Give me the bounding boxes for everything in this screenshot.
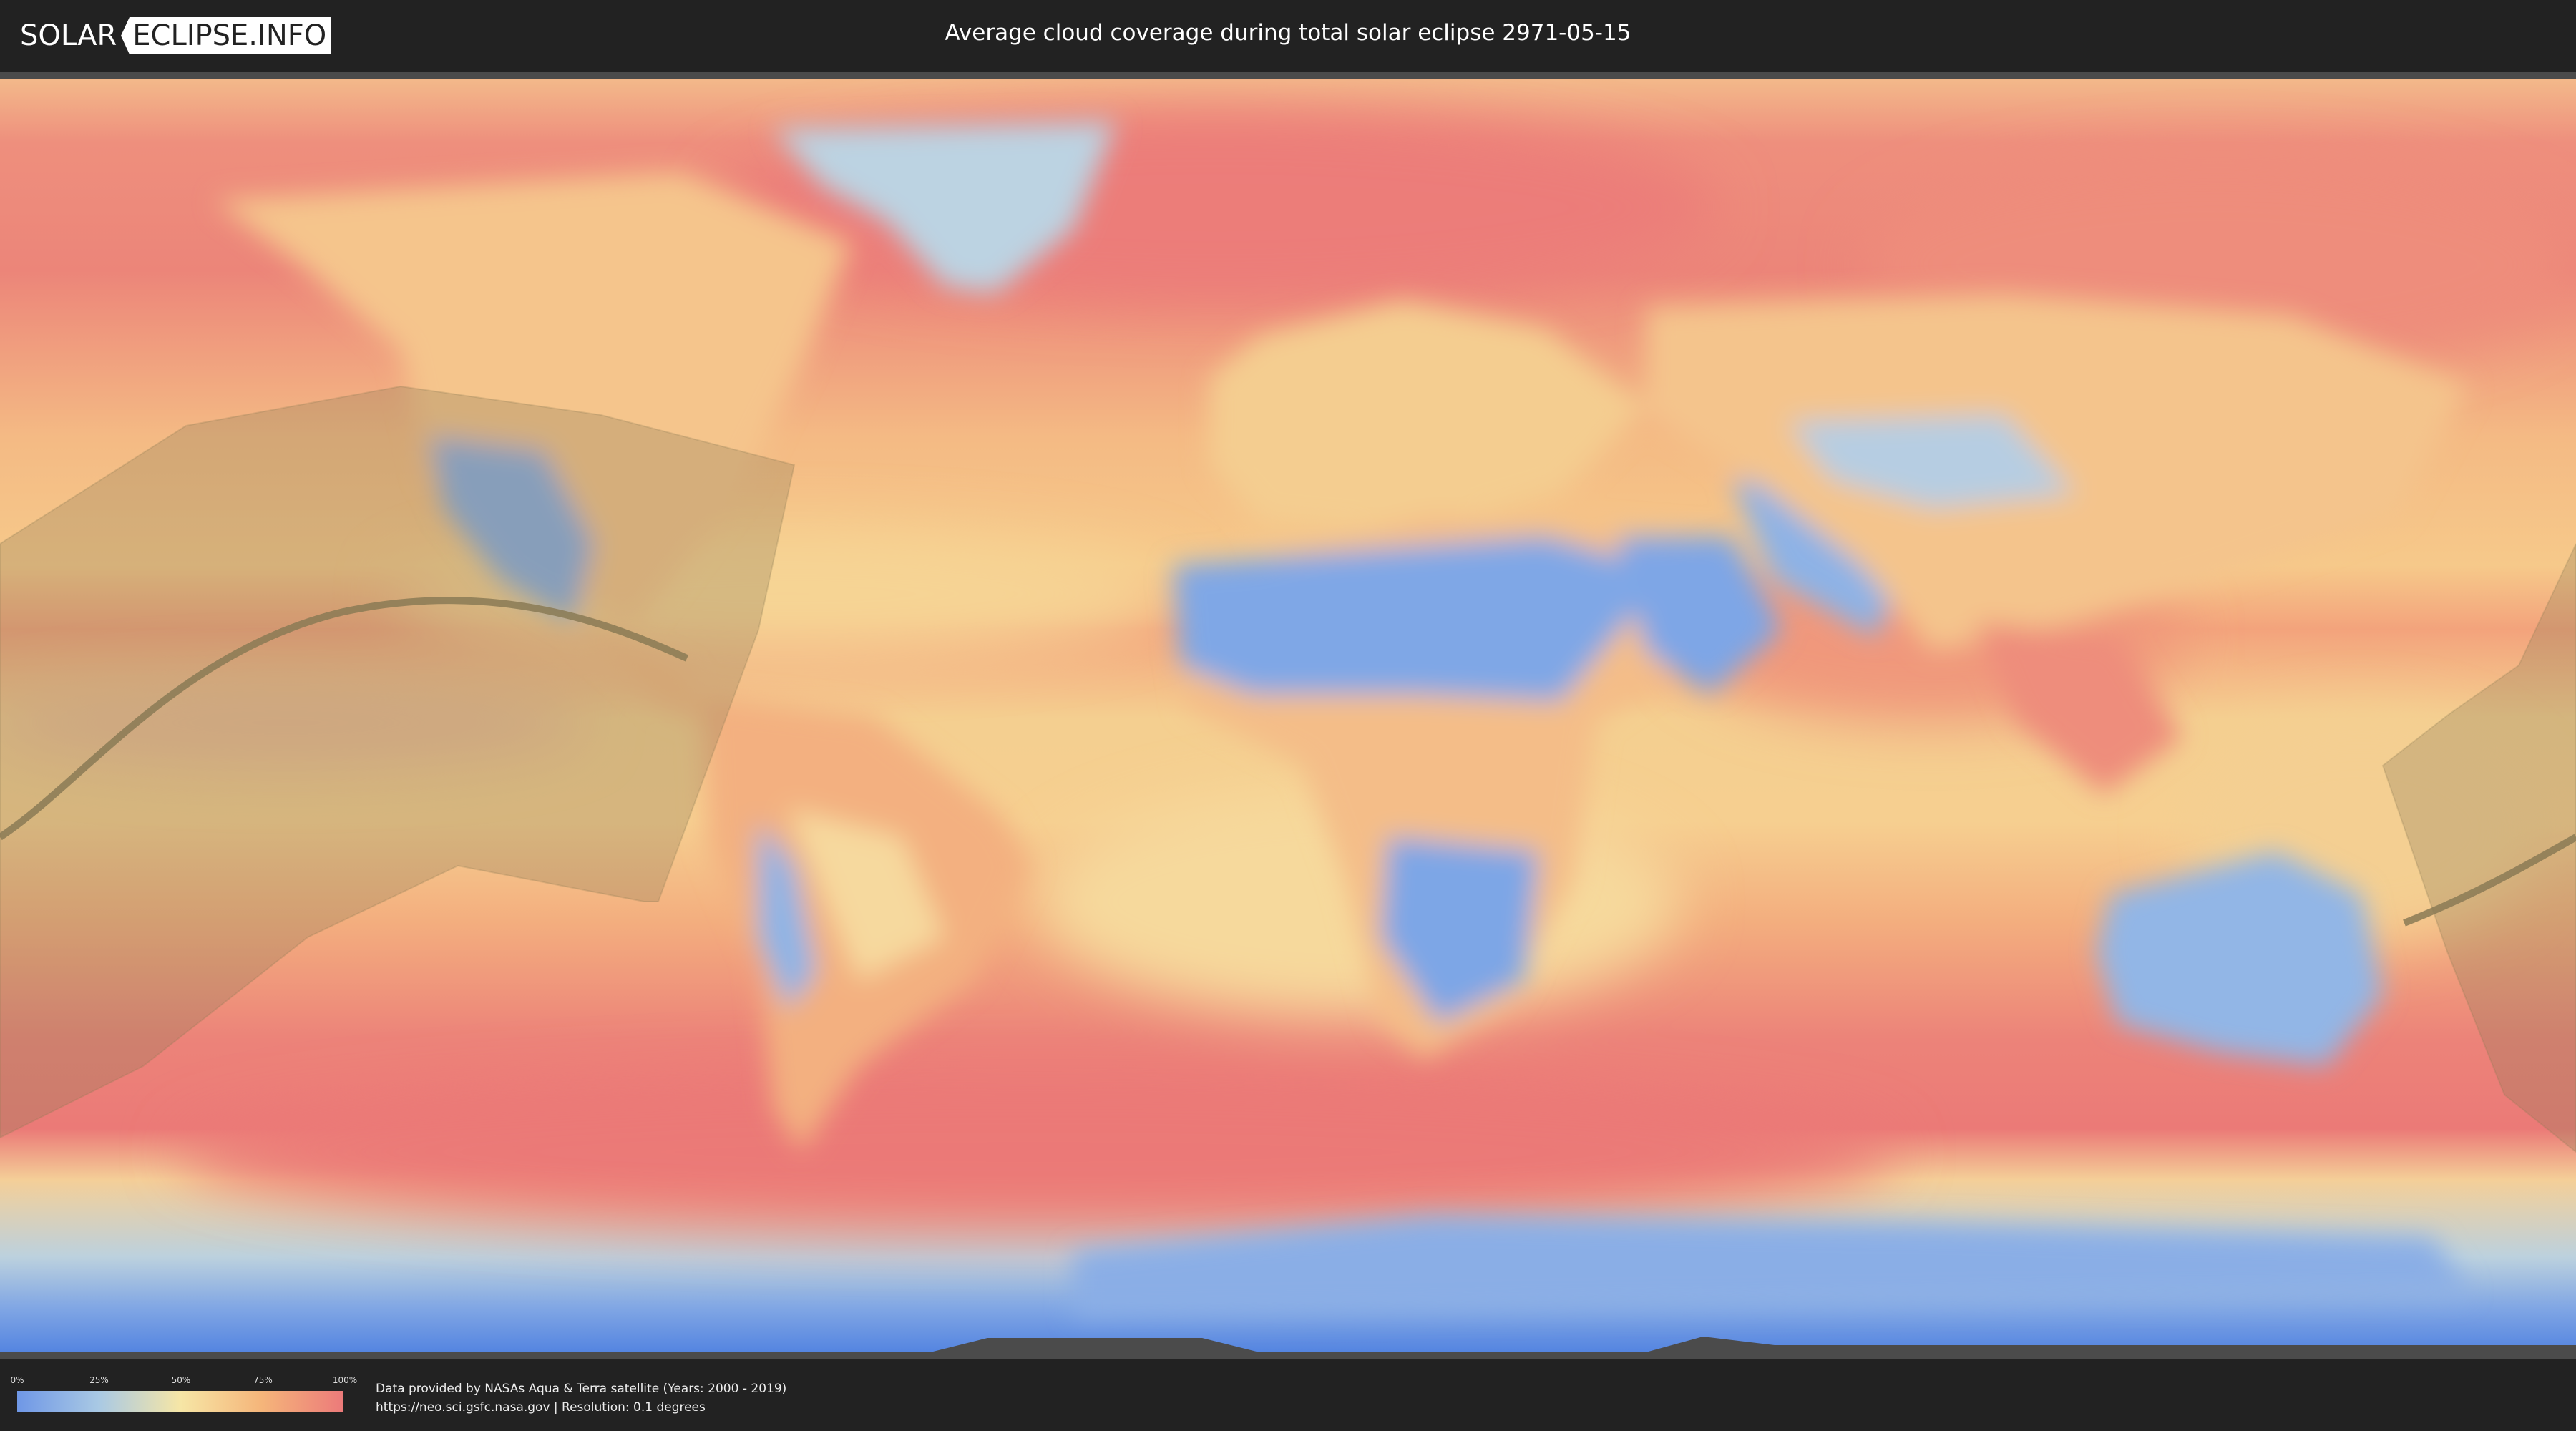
legend-tick-50: 50% (171, 1375, 191, 1385)
page-title: Average cloud coverage during total sola… (945, 20, 1631, 46)
attribution-source: Data provided by NASAs Aqua & Terra sate… (376, 1382, 787, 1396)
legend-tick-0: 0% (10, 1375, 24, 1385)
data-attribution: Data provided by NASAs Aqua & Terra sate… (376, 1379, 786, 1417)
header-bar: SOLAR ECLIPSE.INFO Average cloud coverag… (0, 0, 2576, 72)
cloud-legend: 0% 25% 50% 75% 100% (10, 1375, 357, 1412)
cloud-coverage-map[interactable] (0, 79, 2576, 1359)
attribution-link[interactable]: https://neo.sci.gsfc.nasa.gov | Resoluti… (376, 1398, 786, 1417)
legend-tick-25: 25% (89, 1375, 109, 1385)
legend-tick-100: 100% (332, 1375, 358, 1385)
legend-tick-75: 75% (253, 1375, 273, 1385)
legend-color-bar (17, 1391, 343, 1412)
